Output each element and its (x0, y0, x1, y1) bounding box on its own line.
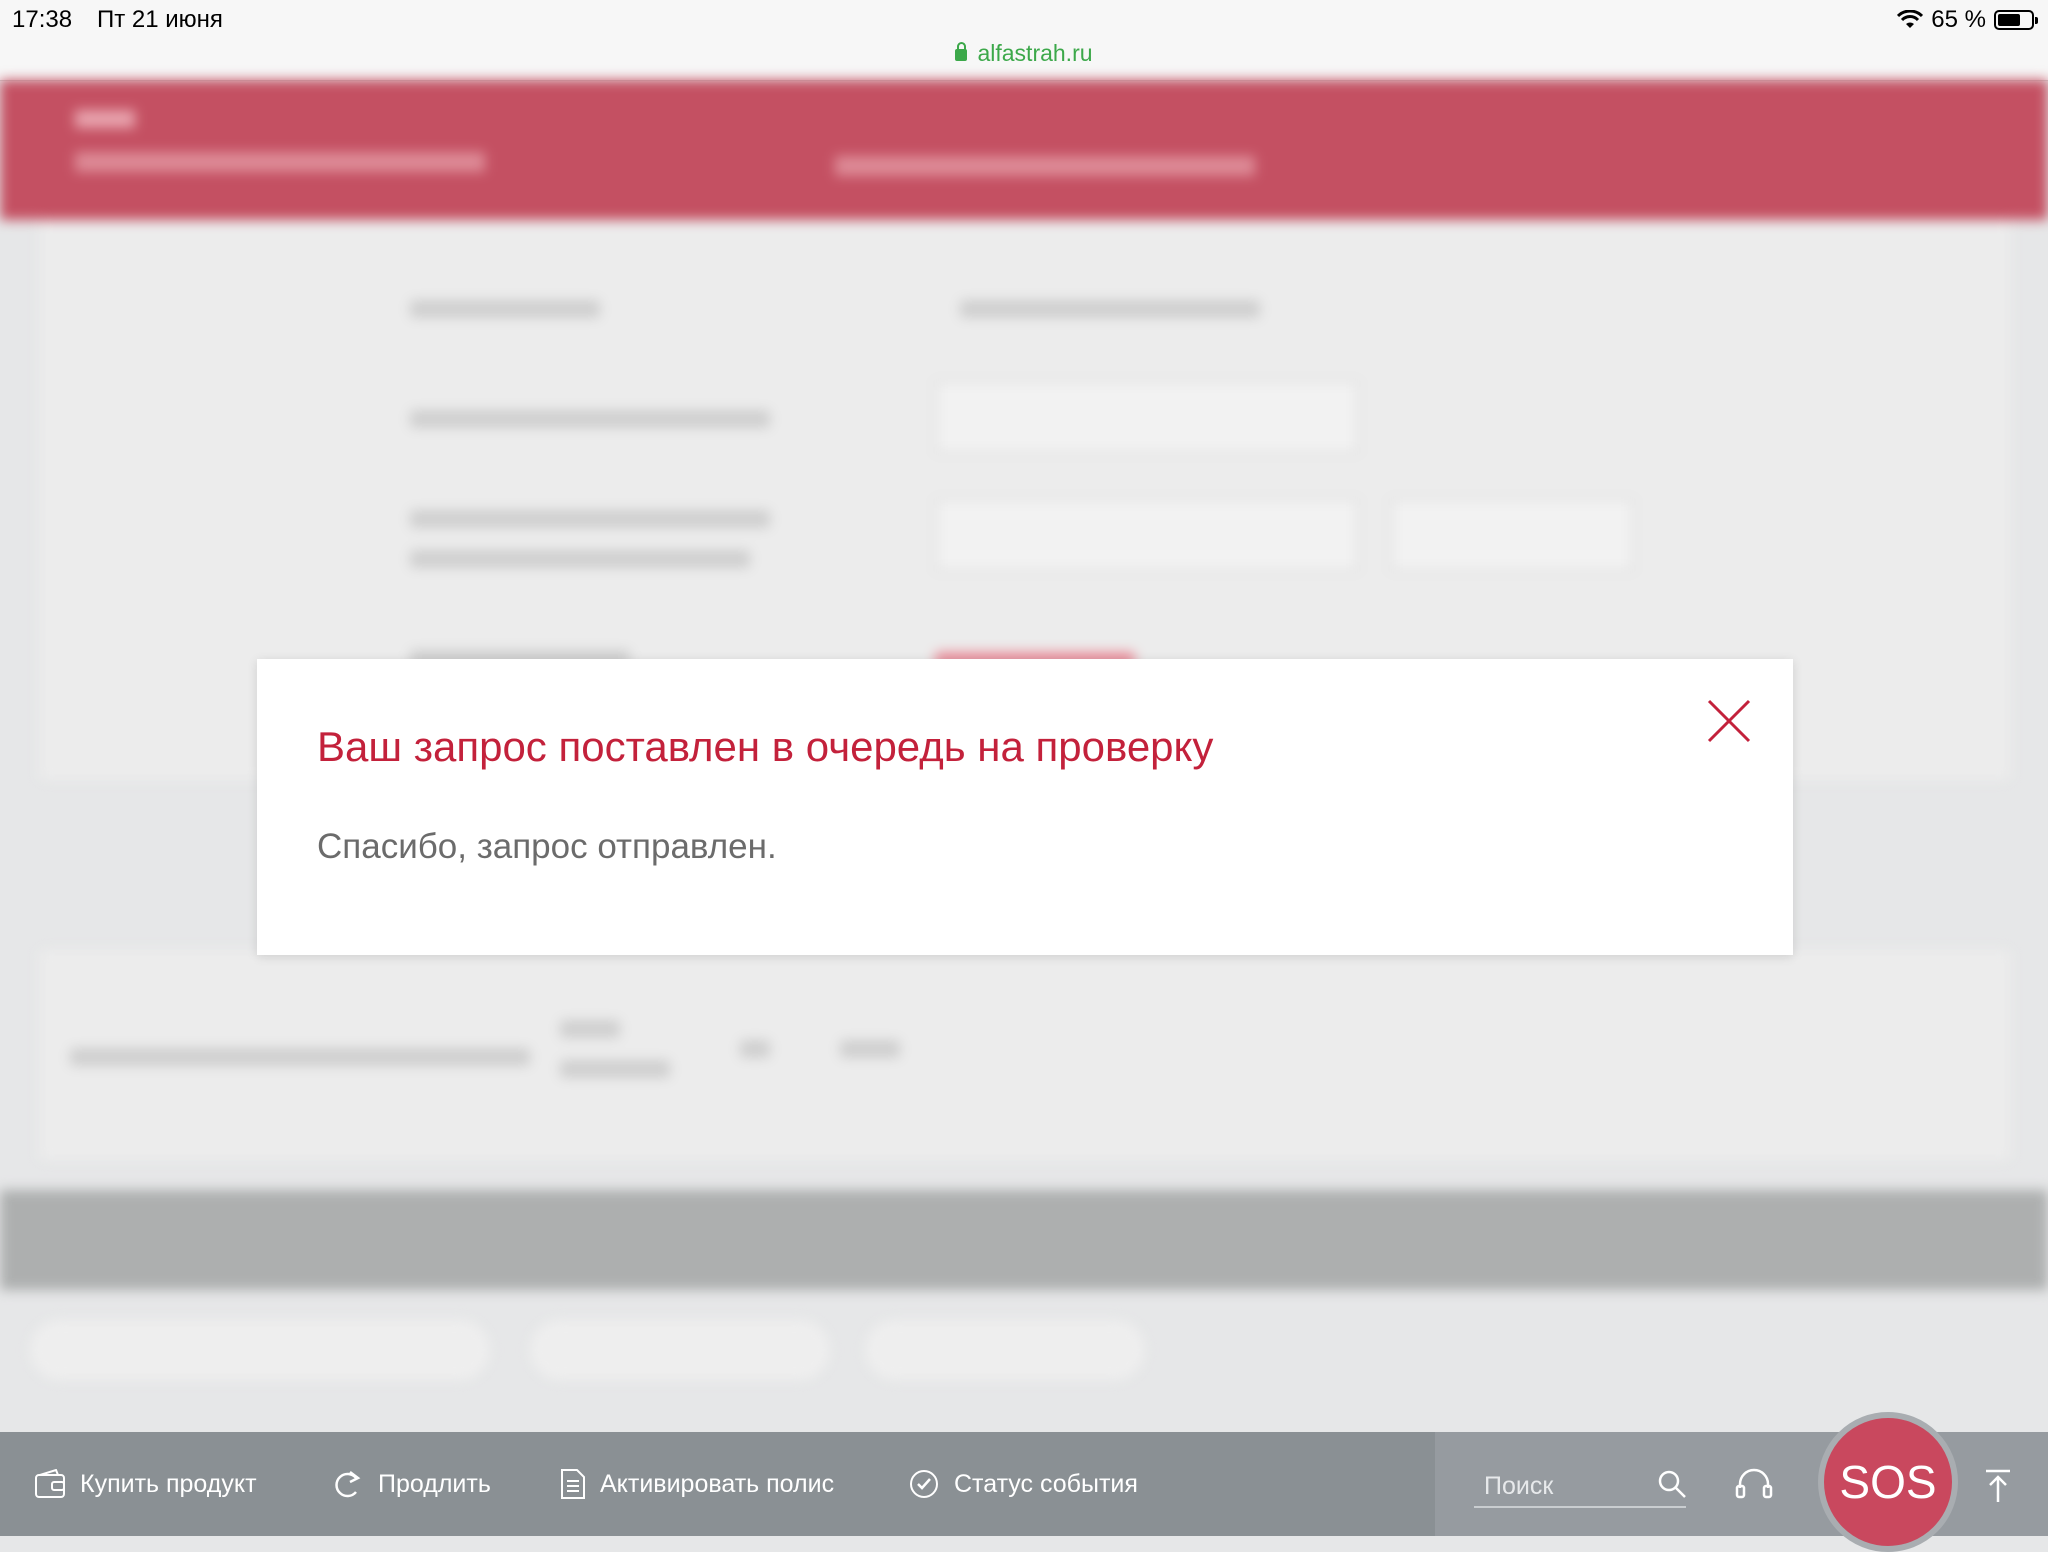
address-bar[interactable]: alfastrah.ru (0, 40, 2048, 67)
status-bar: 17:38 Пт 21 июня alfastrah.ru 65 % (0, 0, 2048, 81)
toolbar-renew[interactable]: Продлить (330, 1432, 491, 1536)
search-input[interactable] (1482, 1466, 1646, 1506)
status-date: Пт 21 июня (97, 6, 223, 33)
sos-button[interactable]: SOS (1818, 1412, 1958, 1552)
url-text: alfastrah.ru (977, 40, 1093, 66)
toolbar-event-status[interactable]: Статус события (908, 1432, 1138, 1536)
modal-message: Спасибо, запрос отправлен. (317, 827, 777, 866)
headset-icon[interactable] (1734, 1466, 1774, 1502)
form-card-secondary (40, 950, 2010, 1160)
document-icon (561, 1469, 585, 1499)
battery-percent: 65 % (1931, 6, 1986, 33)
redo-arrow-icon (335, 1471, 361, 1498)
status-time: 17:38 (12, 6, 73, 33)
page-header (0, 80, 2048, 220)
battery-icon (1994, 10, 2038, 30)
toolbar-item-label: Купить продукт (80, 1469, 257, 1498)
submit-band (0, 1190, 2048, 1290)
toolbar-item-label: Продлить (378, 1469, 491, 1498)
toolbar-item-label: Статус события (954, 1469, 1138, 1498)
search-icon[interactable] (1656, 1468, 1688, 1500)
modal-title: Ваш запрос поставлен в очередь на провер… (317, 723, 1214, 770)
check-circle-icon (910, 1470, 938, 1498)
status-indicators: 65 % (1897, 6, 2038, 34)
lock-icon (955, 42, 968, 61)
wallet-icon (35, 1469, 65, 1498)
sos-label: SOS (1839, 1456, 1937, 1508)
search-field[interactable] (1474, 1466, 1686, 1508)
toolbar-activate-policy[interactable]: Активировать полис (560, 1432, 834, 1536)
toolbar-buy-product[interactable]: Купить продукт (34, 1432, 257, 1536)
close-icon[interactable] (1705, 697, 1753, 745)
wifi-icon (1897, 10, 1924, 28)
confirmation-modal: Ваш запрос поставлен в очередь на провер… (257, 659, 1793, 955)
bottom-toolbar: Купить продукт Продлить Активировать пол… (0, 1432, 2048, 1536)
toolbar-item-label: Активировать полис (600, 1469, 835, 1498)
scroll-to-top-icon[interactable] (1982, 1468, 2014, 1504)
